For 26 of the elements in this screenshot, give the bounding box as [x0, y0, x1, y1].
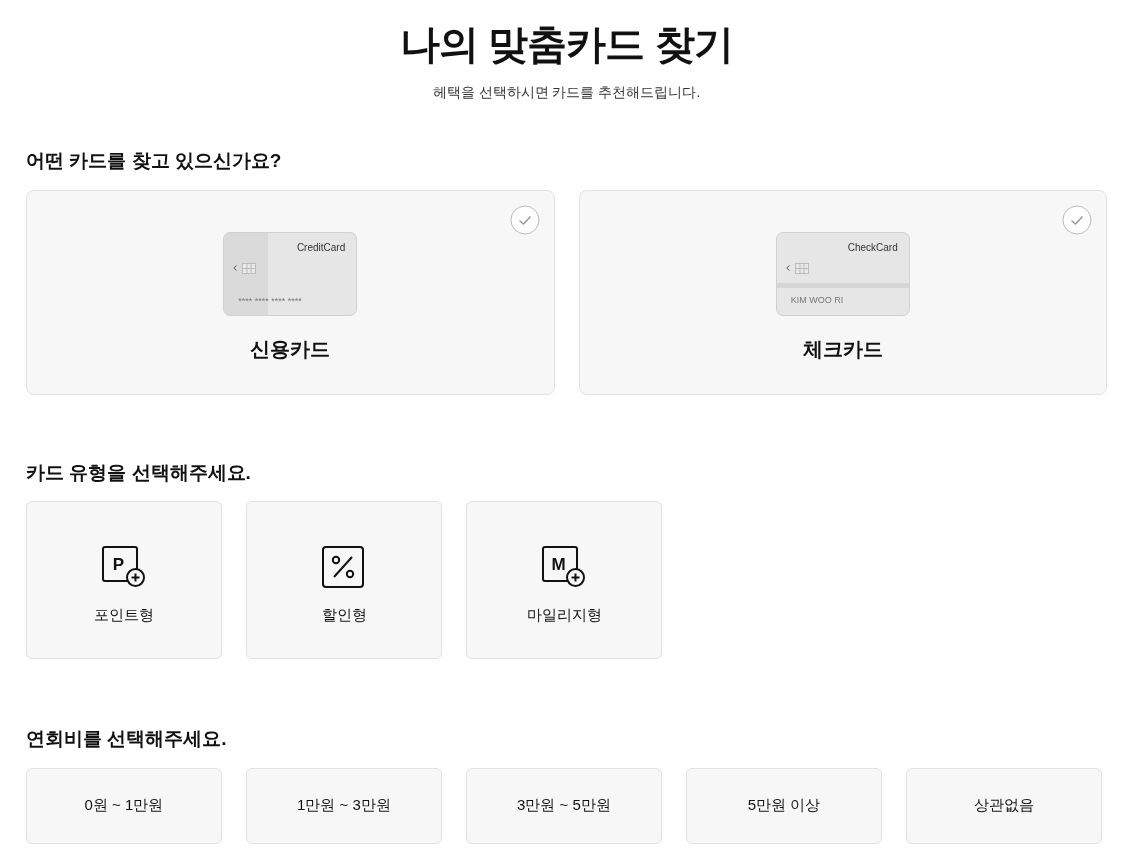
section-heading: 카드 유형을 선택해주세요. [26, 460, 252, 485]
section-heading: 어떤 카드를 찾고 있으신가요? [26, 149, 283, 173]
check-icon [1062, 204, 1092, 235]
annual-fee-option[interactable]: 0원 ~ 1만원 [26, 767, 222, 844]
percent-icon [322, 546, 366, 588]
card-category-option[interactable]: P 포인트형 [26, 501, 222, 659]
check-icon [509, 204, 540, 235]
card-number: **** **** **** **** [238, 294, 302, 308]
card-category-option[interactable]: 할인형 [246, 501, 442, 659]
chip-icon [794, 262, 809, 274]
annual-fee-option[interactable]: 3만원 ~ 5만원 [466, 767, 662, 844]
card-brand: CheckCard [847, 240, 898, 255]
page-subtitle: 헤택을 선택하시면 카드를 추천해드립니다. [432, 83, 701, 102]
annual-fee-option[interactable]: 5만원 이상 [686, 767, 882, 844]
chip-icon [242, 262, 257, 274]
card-type-option[interactable]: CheckCard KIM WOO RI 체크카드 [578, 189, 1107, 395]
card-category-option[interactable]: M 마일리지형 [466, 501, 662, 659]
card-brand: CreditCard [296, 240, 346, 255]
card-holder-name: KIM WOO RI [790, 293, 844, 307]
chevron-left-icon [785, 265, 790, 271]
page-title: 나의 맞춤카드 찾기 [400, 21, 733, 68]
section-heading: 연회비를 선택해주세요. [26, 727, 228, 751]
chevron-left-icon [233, 265, 238, 271]
card-type-option[interactable]: CreditCard **** **** **** **** 신용카드 [26, 189, 555, 395]
annual-fee-option[interactable]: 1만원 ~ 3만원 [246, 767, 442, 844]
annual-fee-option[interactable]: 상관없음 [906, 767, 1102, 844]
